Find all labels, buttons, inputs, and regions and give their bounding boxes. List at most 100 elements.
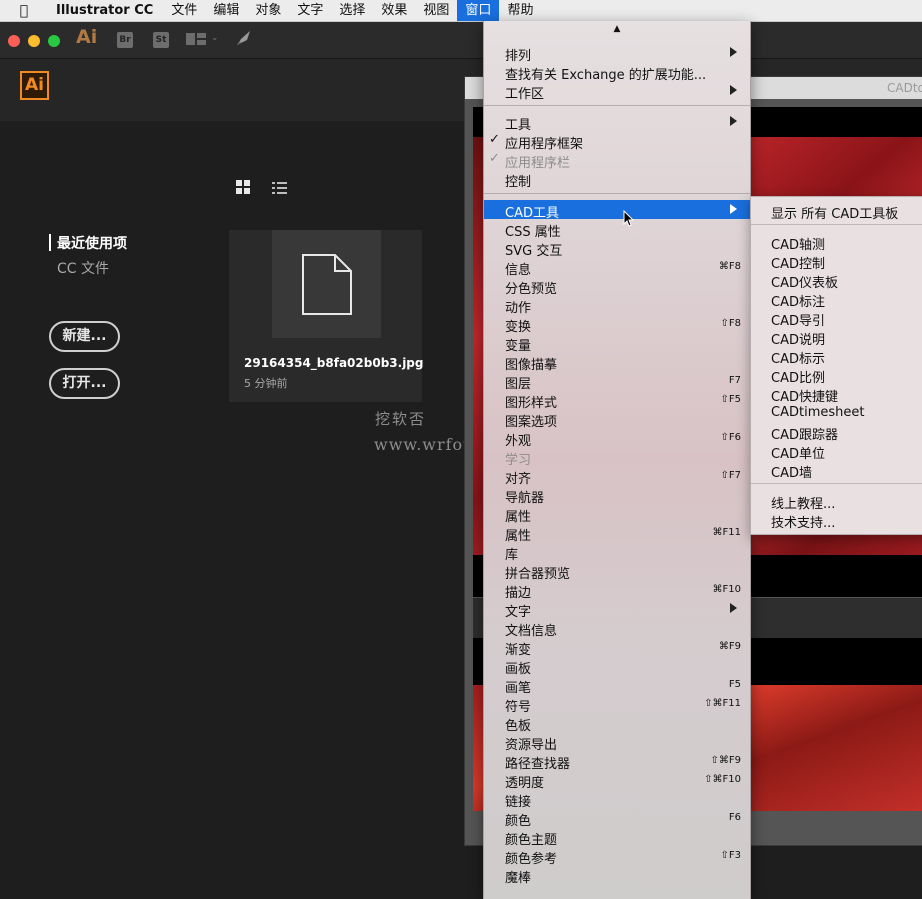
- illustrator-logo: Ai: [20, 71, 49, 100]
- cad-submenu-item[interactable]: CAD单位: [771, 443, 825, 462]
- cad-submenu-item[interactable]: CAD墙: [771, 462, 812, 481]
- cad-submenu-item[interactable]: CAD标注: [771, 291, 825, 310]
- rocket-icon[interactable]: [234, 28, 254, 48]
- window-menu-item[interactable]: 符号 ⇧⌘F11: [484, 694, 750, 715]
- window-menu-item[interactable]: 查找有关 Exchange 的扩展功能...: [484, 62, 750, 83]
- cad-submenu-item[interactable]: CAD仪表板: [771, 272, 838, 291]
- window-menu-item: 学习: [484, 447, 750, 468]
- window-menu-item[interactable]: 库: [484, 542, 750, 563]
- menu-effect[interactable]: 效果: [373, 0, 415, 21]
- window-menu-item[interactable]: 排列: [484, 43, 750, 64]
- list-view-icon[interactable]: [272, 180, 287, 195]
- submenu-arrow-icon: [730, 116, 737, 126]
- grid-view-icon[interactable]: [236, 180, 251, 195]
- window-menu: ▲ 排列 查找有关 Exchange 的扩展功能... 工作区工具 ✓ 应用程序框架 ✓ 应…: [483, 21, 751, 899]
- cad-submenu-item[interactable]: CAD说明: [771, 329, 825, 348]
- window-menu-item[interactable]: CSS 属性: [484, 219, 750, 240]
- window-menu-item[interactable]: 路径查找器 ⇧⌘F9: [484, 751, 750, 772]
- cad-submenu-item[interactable]: CAD轴测: [771, 234, 825, 253]
- stock-button[interactable]: St: [153, 32, 169, 48]
- window-menu-item[interactable]: 魔棒: [484, 865, 750, 886]
- cad-submenu-item[interactable]: 线上教程...: [771, 493, 835, 512]
- menu-app-name[interactable]: Illustrator CC: [48, 0, 163, 21]
- window-menu-item[interactable]: 分色预览: [484, 276, 750, 297]
- menu-object[interactable]: 对象: [247, 0, 289, 21]
- app-title-bar: Ai Br St ⌄: [0, 22, 922, 59]
- window-menu-item: ✓ 应用程序栏: [484, 150, 750, 171]
- zoom-window-button[interactable]: [48, 35, 60, 47]
- new-button[interactable]: 新建...: [49, 321, 120, 352]
- checkmark-icon: ✓: [489, 151, 500, 166]
- window-menu-item[interactable]: 链接: [484, 789, 750, 810]
- submenu-separator: [751, 483, 922, 484]
- cad-submenu-item[interactable]: CADtimesheet: [771, 405, 864, 420]
- cad-submenu-item[interactable]: CAD比例: [771, 367, 825, 386]
- submenu-arrow-icon: [730, 204, 737, 214]
- cad-submenu-item[interactable]: CAD快捷键: [771, 386, 838, 405]
- window-menu-item-shortcut: ⇧F5: [720, 394, 742, 405]
- bridge-button[interactable]: Br: [117, 32, 133, 48]
- window-menu-item[interactable]: CAD工具: [484, 200, 750, 221]
- window-menu-item[interactable]: 变量: [484, 333, 750, 354]
- close-window-button[interactable]: [8, 35, 20, 47]
- window-menu-item[interactable]: 工作区: [484, 81, 750, 102]
- arrange-documents-icon[interactable]: ⌄: [186, 33, 219, 47]
- sidebar-item-cc-files[interactable]: CC 文件: [57, 258, 109, 278]
- window-menu-item[interactable]: 颜色参考 ⇧F3: [484, 846, 750, 867]
- window-menu-item[interactable]: 拼合器预览: [484, 561, 750, 582]
- window-menu-item[interactable]: 描边 ⌘F10: [484, 580, 750, 601]
- window-menu-item[interactable]: 颜色 F6: [484, 808, 750, 829]
- window-menu-item[interactable]: 变换 ⇧F8: [484, 314, 750, 335]
- cad-submenu-item[interactable]: CAD跟踪器: [771, 424, 838, 443]
- menu-edit[interactable]: 编辑: [205, 0, 247, 21]
- cad-submenu-item[interactable]: CAD导引: [771, 310, 825, 329]
- window-menu-item[interactable]: 外观 ⇧F6: [484, 428, 750, 449]
- window-menu-item[interactable]: 信息 ⌘F8: [484, 257, 750, 278]
- window-menu-item[interactable]: 渐变 ⌘F9: [484, 637, 750, 658]
- window-menu-item[interactable]: 控制: [484, 169, 750, 190]
- window-menu-item[interactable]: 属性 ⌘F11: [484, 523, 750, 544]
- window-menu-item[interactable]: 图像描摹: [484, 352, 750, 373]
- minimize-window-button[interactable]: [28, 35, 40, 47]
- window-menu-item-label: 控制: [505, 175, 532, 190]
- window-menu-item-shortcut: F5: [728, 679, 741, 690]
- window-menu-item[interactable]: 资源导出: [484, 732, 750, 753]
- window-menu-item[interactable]: 颜色主题: [484, 827, 750, 848]
- menu-window[interactable]: 窗口: [457, 0, 500, 21]
- window-menu-item[interactable]: 图案选项: [484, 409, 750, 430]
- menu-select[interactable]: 选择: [331, 0, 373, 21]
- window-menu-item-shortcut: ⇧⌘F10: [704, 774, 741, 785]
- submenu-arrow-icon: [730, 85, 737, 95]
- window-menu-item[interactable]: 图形样式 ⇧F5: [484, 390, 750, 411]
- window-menu-item[interactable]: 画笔 F5: [484, 675, 750, 696]
- cad-submenu-item[interactable]: 技术支持...: [771, 512, 835, 531]
- menu-type[interactable]: 文字: [289, 0, 331, 21]
- menu-file[interactable]: 文件: [163, 0, 205, 21]
- window-menu-item[interactable]: 对齐 ⇧F7: [484, 466, 750, 487]
- window-menu-item-shortcut: ⇧F3: [720, 850, 742, 861]
- window-menu-item[interactable]: SVG 交互: [484, 238, 750, 259]
- window-menu-item[interactable]: 色板: [484, 713, 750, 734]
- menu-view[interactable]: 视图: [415, 0, 457, 21]
- window-menu-item-shortcut: ⌘F11: [712, 527, 741, 538]
- menu-help[interactable]: 帮助: [499, 0, 541, 21]
- window-menu-item[interactable]: 透明度 ⇧⌘F10: [484, 770, 750, 791]
- window-menu-item[interactable]: 工具: [484, 112, 750, 133]
- window-menu-item[interactable]: 文档信息: [484, 618, 750, 639]
- cad-submenu-item[interactable]: 显示 所有 CAD工具板: [771, 203, 898, 222]
- recent-file-card[interactable]: 29164354_b8fa02b0b3.jpg 5 分钟前: [229, 230, 423, 402]
- window-menu-item[interactable]: 导航器: [484, 485, 750, 506]
- window-menu-item[interactable]: 属性: [484, 504, 750, 525]
- window-menu-item[interactable]: 图层 F7: [484, 371, 750, 392]
- window-menu-item[interactable]: 文字: [484, 599, 750, 620]
- window-menu-item[interactable]: 画板: [484, 656, 750, 677]
- cad-submenu-item[interactable]: CAD控制: [771, 253, 825, 272]
- menu-scroll-up-icon[interactable]: ▲: [484, 24, 750, 34]
- open-button[interactable]: 打开...: [49, 368, 120, 399]
- window-menu-item-label: 魔棒: [505, 871, 532, 886]
- apple-icon[interactable]: : [0, 3, 48, 19]
- window-menu-item[interactable]: ✓ 应用程序框架: [484, 131, 750, 152]
- sidebar-item-recent[interactable]: 最近使用项: [57, 233, 127, 253]
- cad-submenu-item[interactable]: CAD标示: [771, 348, 825, 367]
- window-menu-item[interactable]: 动作: [484, 295, 750, 316]
